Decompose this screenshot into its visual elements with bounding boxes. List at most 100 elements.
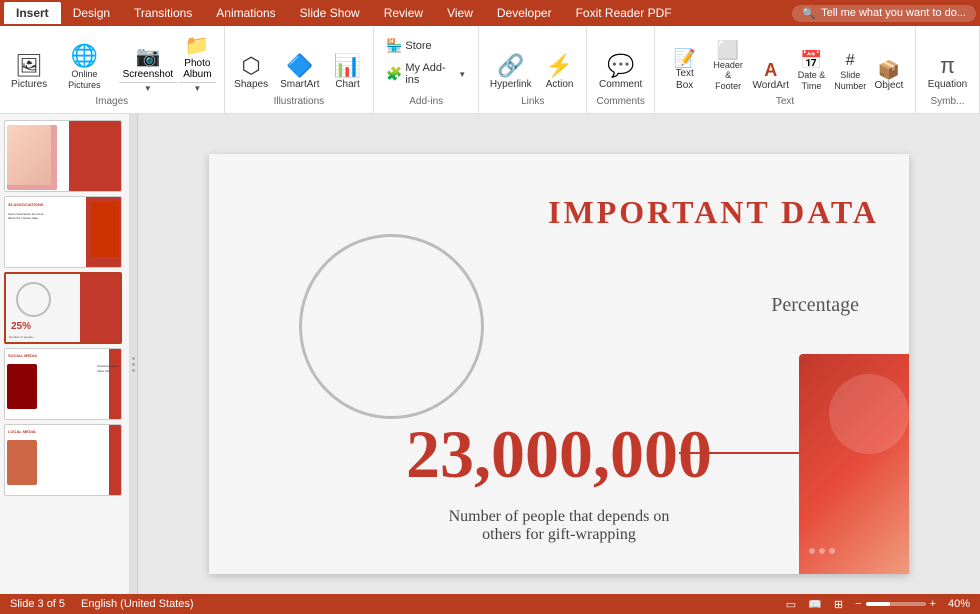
slide-deco-dots: [809, 548, 835, 554]
slide-canvas-area[interactable]: IMPORTANT DATA Percentage 23,000,000 Num…: [138, 114, 980, 614]
shapes-button[interactable]: ⬡ Shapes: [229, 52, 273, 94]
slide-percentage-label: Percentage: [771, 294, 859, 317]
slide-deco-circle: [829, 374, 909, 454]
view-sorter-button[interactable]: ⊞: [834, 598, 843, 611]
ribbon-group-symbols: π Equation Symb...: [916, 26, 980, 113]
header-footer-icon: ⬜: [717, 41, 739, 59]
zoom-label: 40%: [948, 598, 970, 610]
equation-icon: π: [940, 55, 955, 77]
tab-view[interactable]: View: [435, 2, 485, 24]
addins-icon: 🧩: [386, 66, 402, 82]
images-group-label: Images: [95, 96, 128, 109]
resize-dot: [132, 363, 135, 366]
resize-dot: [132, 357, 135, 360]
wordart-button[interactable]: A WordArt: [750, 59, 792, 94]
zoom-out-button[interactable]: −: [855, 598, 861, 610]
object-icon: 📦: [878, 61, 900, 79]
slide-thumb-4[interactable]: SOCIAL MEDIA Social text hereMore info: [4, 348, 122, 420]
ribbon-group-links: 🔗 Hyperlink ⚡ Action Links: [479, 26, 587, 113]
text-box-icon: 📝: [673, 49, 695, 67]
tell-me-text: Tell me what you want to do...: [821, 7, 966, 19]
tab-foxit[interactable]: Foxit Reader PDF: [564, 2, 684, 24]
tab-developer[interactable]: Developer: [485, 2, 564, 24]
photo-album-icon: 📁: [185, 35, 210, 57]
hyperlink-icon: 🔗: [497, 55, 524, 77]
addins-group-label: Add-ins: [409, 96, 443, 109]
my-addins-button[interactable]: 🧩 My Add-ins ▼: [382, 60, 470, 88]
slide-thumb-5[interactable]: LOCAL MEDIA: [4, 424, 122, 496]
smartart-button[interactable]: 🔷 SmartArt: [275, 52, 324, 94]
photo-album-dropdown-arrow[interactable]: ▼: [179, 82, 215, 94]
tab-insert[interactable]: Insert: [4, 2, 61, 24]
slide-big-number: 23,000,000: [406, 415, 712, 494]
illustrations-group-label: Illustrations: [274, 96, 325, 109]
main-layout: 35 ASSOCIATIONS Some descriptive text he…: [0, 114, 980, 614]
store-icon: 🏪: [386, 38, 402, 54]
slide-circle-graphic: [299, 234, 484, 419]
smartart-icon: 🔷: [286, 55, 313, 77]
action-button[interactable]: ⚡ Action: [539, 52, 581, 94]
equation-button[interactable]: π Equation: [923, 52, 972, 94]
ribbon-group-images: 🖼 Pictures 🌐 Online Pictures 📷 Screensho…: [0, 26, 225, 113]
chart-icon: 📊: [334, 55, 361, 77]
object-button[interactable]: 📦 Object: [871, 59, 907, 94]
zoom-control[interactable]: − +: [855, 598, 936, 610]
store-button[interactable]: 🏪 Store: [382, 36, 435, 56]
photo-album-split-button[interactable]: 📁 PhotoAlbum ▼: [179, 31, 215, 94]
slide-number-button[interactable]: # SlideNumber: [832, 51, 869, 94]
date-time-icon: 📅: [800, 51, 822, 69]
ribbon-group-illustrations: ⬡ Shapes 🔷 SmartArt 📊 Chart Illustration…: [225, 26, 375, 113]
header-footer-button[interactable]: ⬜ Header& Footer: [708, 39, 748, 94]
date-time-button[interactable]: 📅 Date &Time: [794, 49, 830, 94]
ribbon-group-text: 📝 Text Box ⬜ Header& Footer A WordArt 📅 …: [655, 26, 916, 113]
chart-button[interactable]: 📊 Chart: [327, 52, 369, 94]
slides-panel[interactable]: 35 ASSOCIATIONS Some descriptive text he…: [0, 114, 130, 614]
wordart-icon: A: [764, 61, 777, 79]
hyperlink-button[interactable]: 🔗 Hyperlink: [485, 52, 537, 94]
zoom-fill: [866, 602, 890, 606]
addins-dropdown-arrow: ▼: [458, 70, 466, 79]
screenshot-split-button[interactable]: 📷 Screenshot ▼: [119, 42, 178, 94]
slide-count: Slide 3 of 5: [10, 598, 65, 610]
slide-decorative-image: [799, 354, 909, 574]
ribbon-group-comments: 💬 Comment Comments: [587, 26, 655, 113]
panel-resize-handle[interactable]: [130, 114, 138, 614]
slide-title: IMPORTANT DATA: [548, 194, 879, 231]
online-pictures-icon: 🌐: [71, 45, 98, 67]
screenshot-icon: 📷: [135, 46, 160, 68]
slide-number-icon: #: [846, 53, 855, 69]
shapes-icon: ⬡: [242, 55, 261, 77]
comments-group-label: Comments: [596, 96, 644, 109]
text-group-label: Text: [776, 96, 794, 109]
ribbon-tab-bar: Insert Design Transitions Animations Sli…: [0, 0, 980, 26]
ribbon: 🖼 Pictures 🌐 Online Pictures 📷 Screensho…: [0, 26, 980, 114]
tab-slideshow[interactable]: Slide Show: [288, 2, 372, 24]
tell-me-input[interactable]: 🔍 Tell me what you want to do...: [792, 5, 976, 22]
online-pictures-button[interactable]: 🌐 Online Pictures: [52, 42, 116, 94]
slide-canvas[interactable]: IMPORTANT DATA Percentage 23,000,000 Num…: [209, 154, 909, 574]
slide-caption: Number of people that depends on others …: [369, 508, 749, 544]
zoom-in-button[interactable]: +: [930, 598, 936, 610]
zoom-slider[interactable]: [866, 602, 926, 606]
view-normal-button[interactable]: ▭: [786, 598, 796, 611]
status-bar: Slide 3 of 5 English (United States) ▭ 📖…: [0, 594, 980, 614]
tab-review[interactable]: Review: [372, 2, 435, 24]
tab-design[interactable]: Design: [61, 2, 122, 24]
action-icon: ⚡: [546, 55, 573, 77]
pictures-icon: 🖼: [15, 55, 43, 77]
pictures-button[interactable]: 🖼 Pictures: [8, 52, 50, 94]
text-box-button[interactable]: 📝 Text Box: [663, 47, 706, 94]
slide-thumb-1[interactable]: [4, 120, 122, 192]
tab-transitions[interactable]: Transitions: [122, 2, 204, 24]
slide-thumb-2[interactable]: 35 ASSOCIATIONS Some descriptive text he…: [4, 196, 122, 268]
search-icon: 🔍: [802, 7, 816, 20]
tab-animations[interactable]: Animations: [204, 2, 287, 24]
resize-dot: [132, 369, 135, 372]
language-label: English (United States): [81, 598, 194, 610]
ribbon-group-addins: 🏪 Store 🧩 My Add-ins ▼ Add-ins: [374, 26, 479, 113]
screenshot-dropdown-arrow[interactable]: ▼: [119, 82, 178, 94]
view-reading-button[interactable]: 📖: [808, 598, 822, 611]
comment-button[interactable]: 💬 Comment: [594, 52, 647, 94]
slide-thumb-3[interactable]: IMPORTANT 25% Number of people...: [4, 272, 122, 344]
status-right: ▭ 📖 ⊞ − + 40%: [786, 598, 970, 611]
